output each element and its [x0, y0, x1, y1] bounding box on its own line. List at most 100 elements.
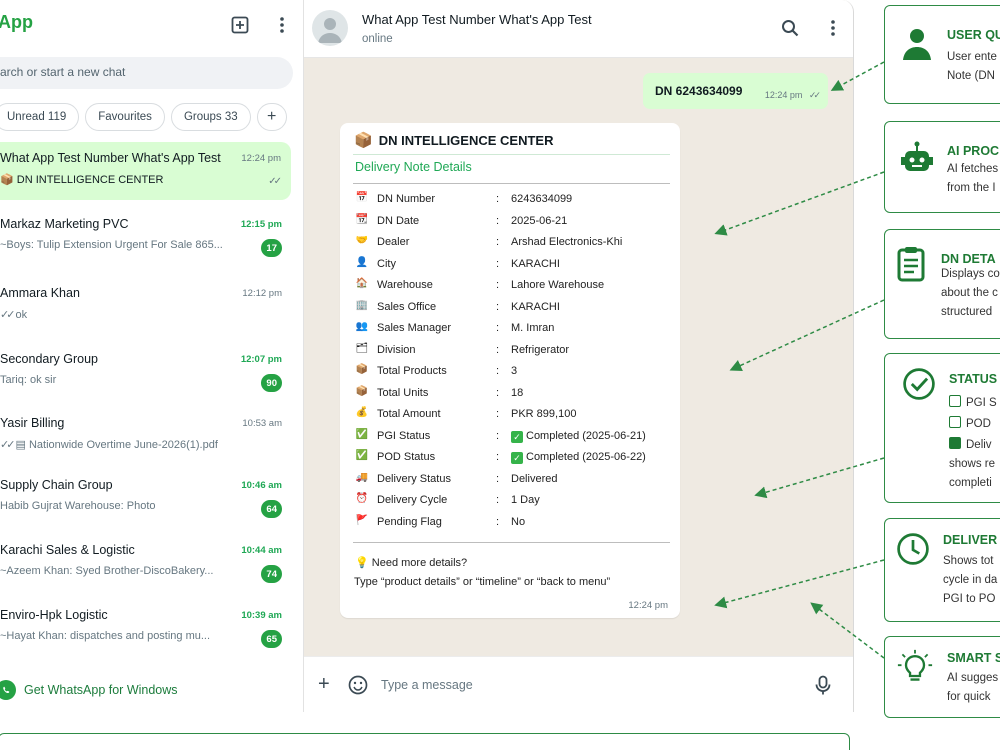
dn-field-row: ⏰ Delivery Cycle:1 Day	[355, 491, 675, 511]
annotation-text-value: PGI S	[966, 397, 997, 409]
message-meta: 12:24 pm ✓✓	[765, 90, 821, 101]
annotation-text: for quick	[947, 691, 991, 703]
unread-badge: 65	[261, 630, 282, 648]
field-value: 3	[511, 365, 517, 377]
chip-groups[interactable]: Groups 33	[170, 103, 251, 131]
field-label: Total Units	[377, 386, 429, 399]
field-value-text: Lahore Warehouse	[511, 279, 605, 291]
annotation-text: from the I	[947, 182, 996, 194]
annotation-text: structured	[941, 306, 993, 318]
annotation-text: Deliv	[949, 437, 992, 451]
dn-field-row: 🚚 Delivery Status: Delivered	[355, 470, 675, 490]
search-icon[interactable]	[778, 16, 802, 40]
unread-badge: 64	[261, 500, 282, 518]
chat-name: Supply Chain Group	[0, 478, 113, 492]
check-icon: ✓	[511, 452, 523, 464]
field-value-text: 18	[511, 386, 524, 399]
checkbox-icon	[949, 416, 961, 428]
contact-name[interactable]: What App Test Number What's App Test	[362, 12, 592, 27]
chat-item[interactable]: Secondary Group 12:07 pm Tariq: ok sir 9…	[0, 343, 292, 401]
annotation-card: AI PROC AI fetches from the I	[884, 121, 1000, 213]
attach-icon[interactable]: +	[318, 674, 330, 694]
microphone-icon[interactable]	[812, 674, 834, 696]
chat-item[interactable]: Supply Chain Group 10:46 am Habib Gujrat…	[0, 469, 292, 527]
field-value: No	[511, 516, 525, 528]
card-title: 📦 DN INTELLIGENCE CENTER	[354, 131, 553, 149]
field-separator: :	[496, 343, 500, 356]
message-time: 12:24 pm	[628, 600, 668, 611]
field-icon: 👥	[355, 321, 369, 332]
chat-preview: Tariq: ok sir	[0, 374, 57, 386]
chat-item[interactable]: Ammara Khan 12:12 pm ✓✓ ok	[0, 277, 292, 335]
chat-name: What App Test Number What's App Test	[0, 151, 221, 165]
annotation-card: STATUS PGI S POD Deliv shows re completi	[884, 353, 1000, 503]
menu-icon[interactable]	[821, 16, 845, 40]
contact-status: online	[362, 33, 393, 45]
chat-name: Enviro-Hpk Logistic	[0, 608, 108, 622]
chat-time: 12:12 pm	[242, 288, 282, 299]
field-separator: :	[496, 279, 500, 291]
annotation-text: Shows tot	[943, 555, 994, 567]
field-separator: :	[496, 193, 500, 205]
field-icon: 🗂	[355, 342, 369, 354]
add-filter-button[interactable]: +	[256, 103, 287, 131]
chat-time: 10:39 am	[241, 610, 282, 621]
chat-item[interactable]: Karachi Sales & Logistic 10:44 am ~Azeem…	[0, 534, 292, 592]
chat-item[interactable]: Enviro-Hpk Logistic 10:39 am ~Hayat Khan…	[0, 599, 292, 657]
dn-field-row: 🏠 Warehouse: Lahore Warehouse	[355, 276, 675, 296]
dn-details-message[interactable]: 📦 DN INTELLIGENCE CENTER Delivery Note De…	[340, 123, 680, 618]
dn-field-row: 👥 Sales Manager: M. Imran	[355, 319, 675, 339]
message-text: DN 6243634099	[655, 84, 743, 98]
dn-field-row: 🗂 Division: Refrigerator	[355, 341, 675, 361]
chat-item[interactable]: Yasir Billing 10:53 am ✓✓ ▤ Nationwide O…	[0, 407, 292, 465]
field-icon: 📦	[355, 364, 369, 375]
emoji-icon[interactable]	[348, 675, 368, 695]
field-label: Total Amount	[377, 408, 441, 420]
annotation-title: DELIVER	[943, 533, 998, 547]
field-icon: 📆	[355, 213, 369, 225]
bulb-icon	[897, 649, 933, 681]
chat-preview-text: DN INTELLIGENCE CENTER	[16, 174, 164, 186]
sidebar-header: App	[0, 0, 303, 52]
menu-icon[interactable]	[270, 13, 294, 37]
chat-item[interactable]: What App Test Number What's App Test 12:…	[0, 142, 291, 200]
chip-favourites[interactable]: Favourites	[85, 103, 165, 131]
unread-badge: 17	[261, 239, 282, 257]
field-separator: :	[496, 515, 500, 528]
tip-instructions: Type “product details” or “timeline” or …	[354, 576, 611, 588]
chat-time: 12:15 pm	[240, 219, 282, 230]
field-value: 1 Day	[511, 494, 540, 506]
dn-field-row: ✅ PGI Status: ✓ Completed (2025-06-21)	[355, 427, 675, 447]
new-chat-icon[interactable]	[228, 13, 252, 37]
card-title-text: DN INTELLIGENCE CENTER	[378, 132, 554, 148]
conversation-pane: What App Test Number What's App Test onl…	[304, 0, 854, 712]
field-value-text: 3	[511, 365, 518, 377]
chat-name: Ammara Khan	[0, 286, 80, 300]
message-input[interactable]: Type a message	[381, 678, 473, 692]
chip-unread[interactable]: Unread 119	[0, 103, 80, 131]
dn-field-row: ✅ POD Status: ✓ Completed (2025-06-22)	[355, 448, 675, 468]
field-value-text: Delivered	[511, 472, 558, 485]
field-separator: :	[496, 472, 500, 485]
field-value-text: Completed (2025-06-22)	[526, 451, 646, 463]
annotation-title: AI PROC	[947, 144, 1000, 158]
get-whatsapp-link[interactable]: Get WhatsApp for Windows	[0, 678, 178, 702]
field-separator: :	[496, 494, 500, 506]
dn-field-row: 📆 DN Date:2025-06-21	[355, 212, 675, 232]
message-composer: + Type a message	[304, 656, 853, 712]
avatar[interactable]	[312, 10, 348, 46]
field-value-text: 1 Day	[511, 494, 540, 506]
chat-item[interactable]: Markaz Marketing PVC 12:15 pm ~Boys: Tul…	[0, 208, 292, 266]
chat-time: 10:53 am	[242, 418, 282, 429]
field-value-text: No	[511, 515, 526, 528]
dn-field-row: 💰 Total Amount: PKR 899,100	[355, 405, 675, 425]
dn-field-row: 🏢 Sales Office: KARACHI	[355, 298, 675, 318]
search-input[interactable]: arch or start a new chat	[0, 57, 293, 89]
conversation-header: What App Test Number What's App Test onl…	[304, 0, 853, 58]
bulb-icon: 💡	[355, 557, 369, 569]
tip-text: Need more details?	[371, 557, 468, 569]
dn-field-row: 📅 DN Number:6243634099	[355, 190, 675, 210]
field-value-text: KARACHI	[511, 300, 560, 313]
checkbox-icon	[949, 437, 961, 449]
outgoing-message[interactable]: DN 6243634099 12:24 pm ✓✓	[643, 73, 828, 109]
